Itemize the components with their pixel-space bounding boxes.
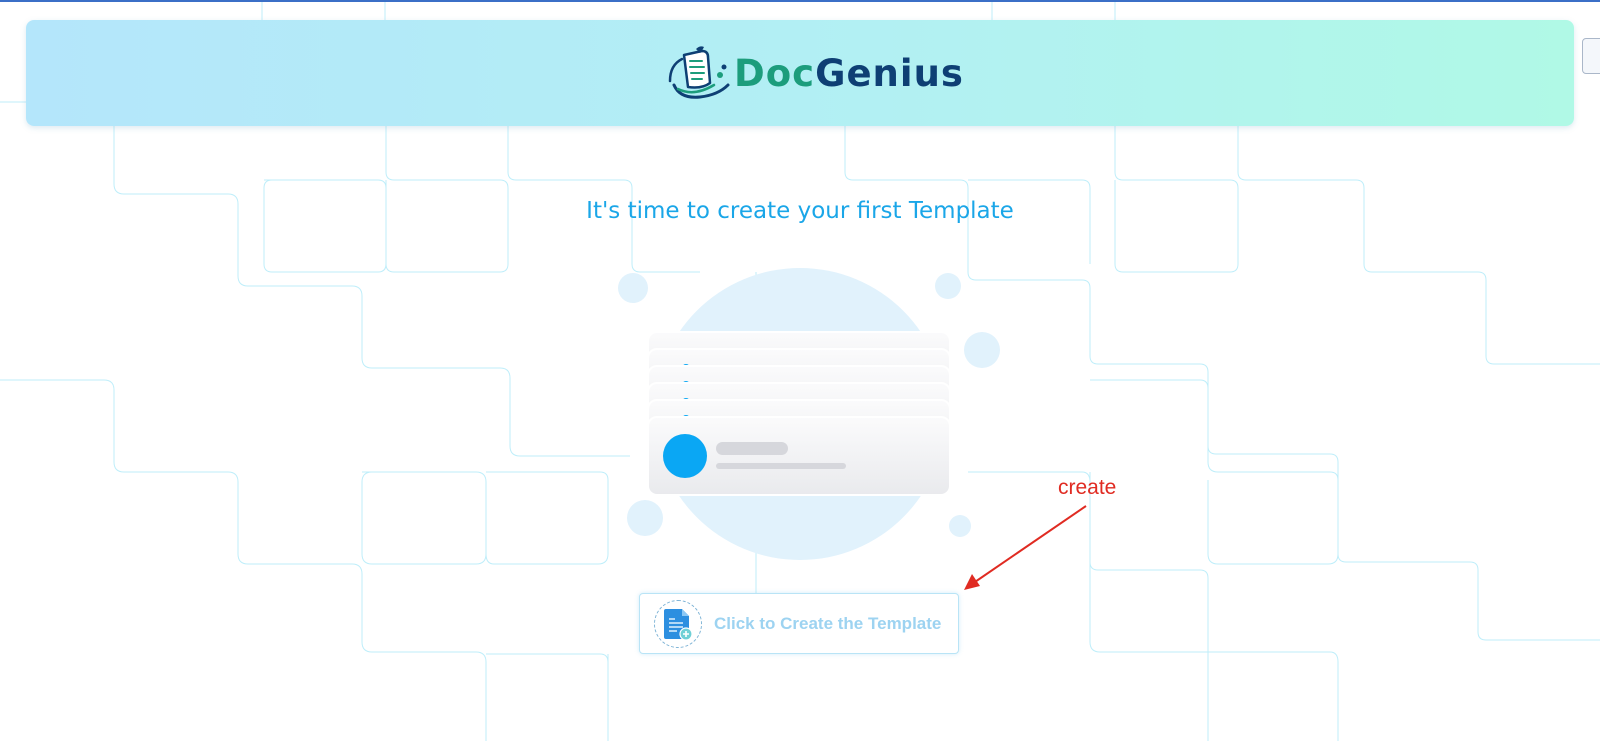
create-template-button-label: Click to Create the Template (714, 613, 942, 633)
expand-icon[interactable] (1582, 38, 1600, 74)
logo-text-genius: Genius (815, 51, 964, 95)
logo-text: DocGenius (734, 52, 964, 95)
empty-state-illustration (618, 268, 1000, 560)
page-frame: DocGenius It's time to create your first… (0, 0, 1600, 741)
page-headline: It's time to create your first Template (586, 198, 1014, 224)
document-add-icon (654, 599, 702, 648)
document-quill-icon (668, 46, 730, 99)
logo-text-doc: Doc (734, 51, 816, 95)
header-bar: DocGenius (26, 20, 1574, 126)
document-add-icon-glyph (664, 608, 693, 641)
annotation-label: create (1058, 476, 1117, 499)
create-template-button[interactable]: Click to Create the Template (639, 593, 959, 654)
annotation-arrow (964, 505, 1087, 590)
logo[interactable]: DocGenius (666, 45, 964, 101)
